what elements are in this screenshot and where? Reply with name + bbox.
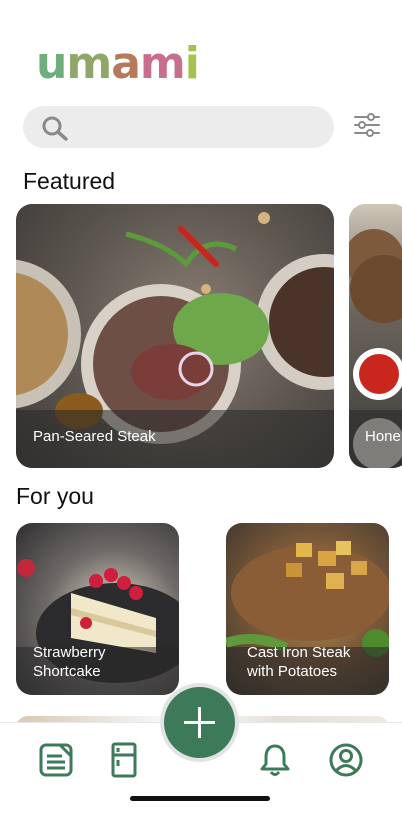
sliders-icon[interactable]	[353, 113, 381, 137]
plus-icon	[198, 707, 201, 738]
logo-letter: i	[184, 38, 200, 89]
logo-letter: a	[111, 38, 141, 89]
search-input[interactable]	[79, 106, 323, 150]
bell-icon[interactable]	[257, 742, 293, 778]
recipe-card-label: Cast Iron Steak with Potatoes	[247, 643, 350, 681]
featured-card-label: Pan-Seared Steak	[33, 428, 156, 445]
recipe-list-icon[interactable]	[38, 742, 74, 778]
add-button[interactable]	[164, 687, 235, 758]
recipe-card-label: Strawberry Shortcake	[33, 643, 106, 681]
recipe-card-label-line: Cast Iron Steak	[247, 644, 351, 661]
logo-letter: m	[139, 38, 186, 89]
profile-icon[interactable]	[328, 742, 364, 778]
recipe-card[interactable]: Cast Iron Steak with Potatoes	[226, 523, 389, 695]
search-icon	[42, 116, 68, 141]
fridge-icon[interactable]	[106, 742, 142, 778]
search-bar[interactable]	[23, 106, 334, 150]
featured-card[interactable]: Hone	[349, 204, 402, 468]
featured-heading: Featured	[23, 168, 116, 194]
app-logo: umami	[36, 38, 200, 89]
home-indicator[interactable]	[130, 796, 270, 801]
featured-card[interactable]: Pan-Seared Steak	[16, 204, 334, 468]
recipe-card-label-line: Strawberry	[33, 644, 106, 661]
for-you-heading: For you	[16, 483, 94, 509]
recipe-card-label-line: Shortcake	[33, 663, 101, 680]
recipe-card[interactable]: Strawberry Shortcake	[16, 523, 179, 695]
featured-card-label: Hone	[365, 428, 401, 445]
logo-letter: u	[36, 38, 67, 89]
recipe-card-label-line: with Potatoes	[247, 663, 338, 680]
logo-letter: m	[66, 38, 112, 89]
